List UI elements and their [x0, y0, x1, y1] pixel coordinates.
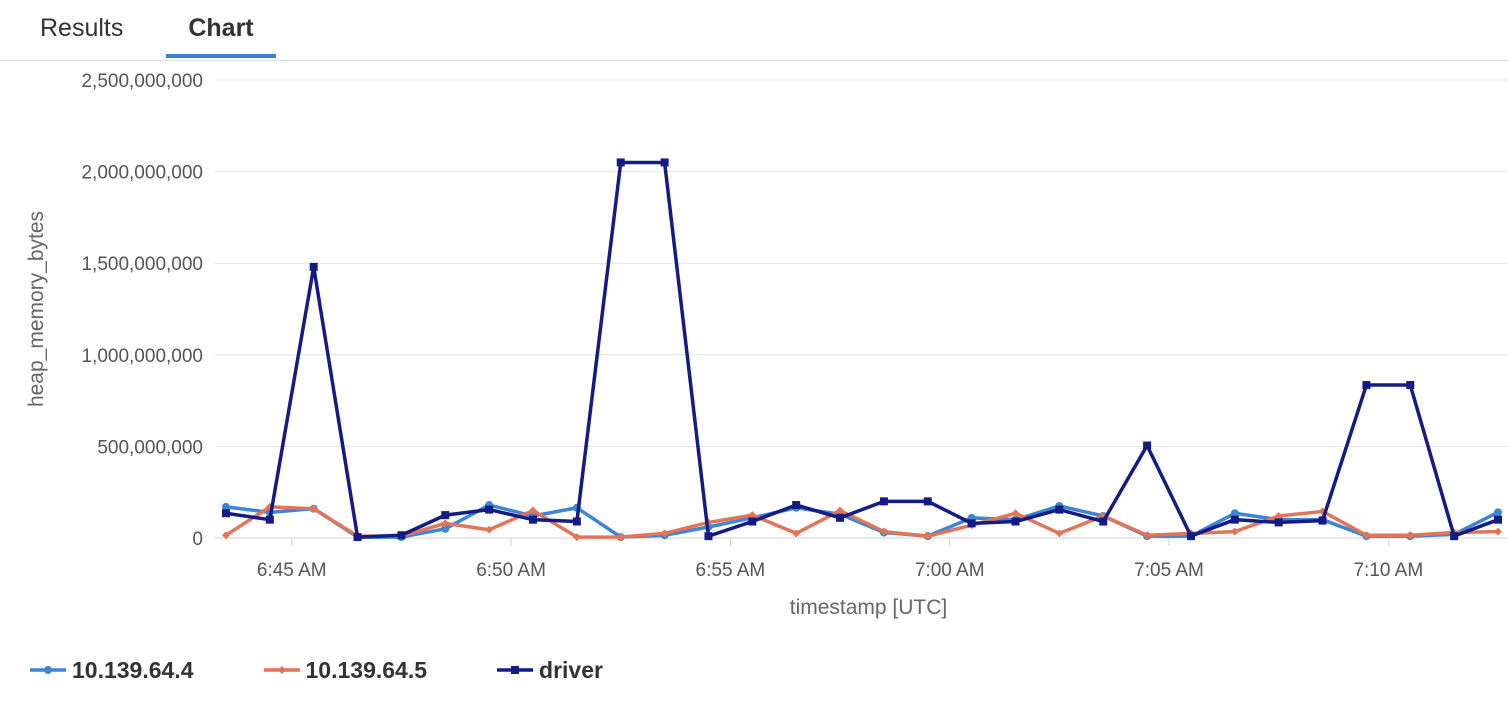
- data-point: [1011, 517, 1020, 526]
- line-chart: 0 500,000,000 1,000,000,000 1,500,000,000 2,…: [25, 71, 1508, 619]
- data-point: [1186, 532, 1195, 541]
- y-axis-ticks: 0 500,000,000 1,000,000,000 1,500,000,000 2,…: [81, 71, 203, 550]
- data-point: [836, 513, 845, 522]
- data-point: [1362, 381, 1371, 390]
- data-point: [441, 511, 450, 520]
- data-point: [1406, 381, 1415, 390]
- data-point: [309, 262, 318, 271]
- data-point: [397, 531, 406, 540]
- data-point: [277, 666, 286, 674]
- tab-chart[interactable]: Chart: [166, 10, 276, 50]
- x-tick-label: 6:55 AM: [696, 560, 766, 581]
- legend-swatch: [263, 666, 300, 674]
- active-tab-indicator: [166, 54, 276, 58]
- y-tick-label: 0: [192, 529, 203, 550]
- y-axis-title: heap_memory_bytes: [25, 211, 48, 407]
- y-tick-label: 1,500,000,000: [81, 254, 203, 275]
- data-point: [1318, 516, 1327, 525]
- tab-results[interactable]: Results: [40, 10, 123, 50]
- legend-item[interactable]: driver: [497, 652, 603, 688]
- data-point: [879, 497, 888, 506]
- legend-label: driver: [539, 656, 603, 683]
- series-group: [221, 158, 1502, 542]
- data-point: [1143, 441, 1152, 450]
- legend-swatch: [497, 666, 534, 674]
- y-tick-label: 500,000,000: [97, 437, 203, 458]
- data-point: [511, 666, 520, 674]
- legend-swatch: [30, 666, 66, 674]
- legend-label: 10.139.64.4: [72, 656, 194, 683]
- y-tick-label: 1,000,000,000: [81, 346, 203, 367]
- data-point: [1230, 515, 1239, 524]
- y-tick-label: 2,500,000,000: [81, 71, 203, 92]
- data-point: [1494, 515, 1502, 524]
- data-point: [1494, 508, 1502, 517]
- data-point: [660, 158, 669, 167]
- x-axis-ticks: 6:45 AM 6:50 AM 6:55 AM 7:00 AM 7:05 AM 7:10 …: [257, 538, 1423, 581]
- x-tick-label: 7:05 AM: [1134, 560, 1204, 581]
- legend: 10.139.64.4 10.139.64.5 driver: [30, 652, 673, 688]
- data-point: [616, 158, 625, 167]
- x-axis-title: timestamp [UTC]: [790, 596, 948, 619]
- data-point: [748, 517, 757, 526]
- data-point: [265, 515, 274, 524]
- legend-label: 10.139.64.5: [305, 656, 428, 683]
- data-point: [485, 505, 494, 514]
- x-tick-label: 7:10 AM: [1353, 560, 1423, 581]
- data-point: [529, 515, 538, 524]
- grid-lines: [215, 79, 1508, 539]
- data-point: [923, 497, 932, 506]
- y-tick-label: 2,000,000,000: [81, 163, 203, 184]
- data-point: [221, 509, 230, 518]
- data-point: [1055, 505, 1064, 514]
- data-point: [44, 666, 52, 674]
- data-point: [967, 519, 976, 528]
- data-point: [1274, 518, 1283, 527]
- data-point: [704, 532, 713, 541]
- data-point: [572, 517, 581, 526]
- x-tick-label: 6:45 AM: [257, 560, 327, 581]
- data-point: [353, 533, 362, 542]
- legend-item[interactable]: 10.139.64.4: [30, 652, 194, 688]
- data-point: [1099, 517, 1108, 526]
- series-line: [225, 160, 1499, 539]
- series-driver: [221, 158, 1502, 542]
- x-tick-label: 6:50 AM: [476, 560, 546, 581]
- data-point: [1494, 527, 1502, 536]
- data-point: [792, 501, 801, 510]
- tab-bar: Results Chart: [0, 0, 1508, 61]
- x-tick-label: 7:00 AM: [915, 560, 985, 581]
- legend-item[interactable]: 10.139.64.5: [263, 652, 428, 688]
- data-point: [1450, 532, 1459, 541]
